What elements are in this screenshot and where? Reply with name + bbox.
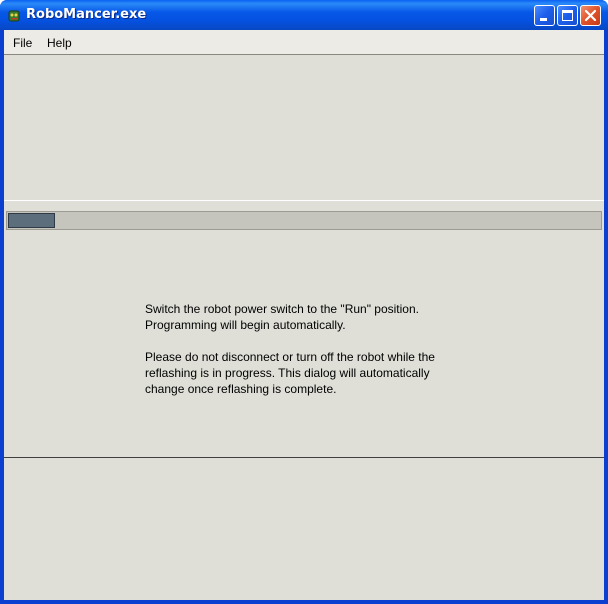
minimize-button[interactable] (534, 5, 555, 26)
menu-help[interactable]: Help (47, 36, 72, 50)
warning-line: reflashing is in progress. This dialog w… (145, 366, 430, 380)
progress-bar (6, 211, 602, 230)
warning-line: Please do not disconnect or turn off the… (145, 350, 435, 364)
window-title: RoboMancer.exe (26, 7, 147, 22)
close-button[interactable] (580, 5, 601, 26)
warning-line: change once reflashing is complete. (145, 382, 337, 396)
minimize-icon (540, 18, 547, 21)
menu-file[interactable]: File (13, 36, 32, 50)
flash-status-pane: Switch the robot power switch to the "Ru… (4, 200, 604, 458)
menu-bar: File Help (4, 30, 604, 55)
maximize-button[interactable] (557, 5, 578, 26)
app-window: RoboMancer.exe File Help Switch the robo… (0, 0, 608, 604)
title-bar[interactable]: RoboMancer.exe (0, 0, 608, 30)
maximize-icon (562, 10, 573, 21)
instruction-line: Switch the robot power switch to the "Ru… (145, 302, 419, 316)
instruction-line: Programming will begin automatically. (145, 318, 346, 332)
bottom-pane (4, 459, 604, 600)
robot-app-icon (7, 8, 21, 22)
progress-fill (8, 213, 55, 228)
client-area: File Help Switch the robot power switch … (4, 30, 604, 600)
close-icon (584, 9, 597, 22)
top-pane (4, 56, 604, 198)
instructions-text: Switch the robot power switch to the "Ru… (145, 301, 485, 413)
window-frame-bottom (0, 600, 608, 604)
